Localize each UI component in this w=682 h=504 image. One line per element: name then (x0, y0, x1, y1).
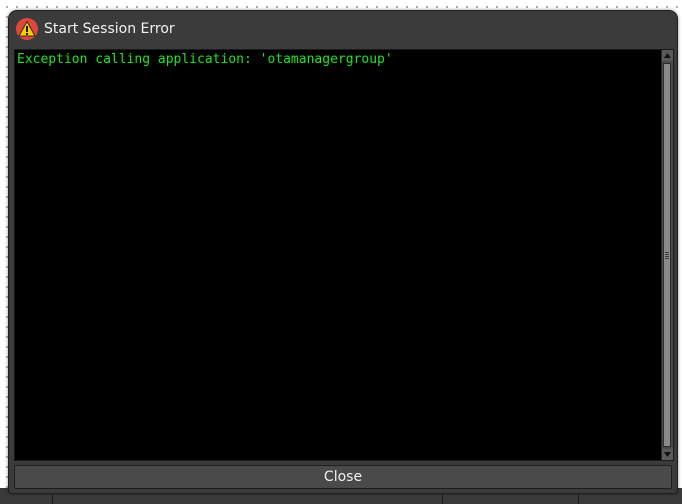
scroll-down-arrow-icon[interactable] (662, 449, 673, 460)
dialog-title: Start Session Error (44, 21, 175, 37)
close-button[interactable]: Close (14, 465, 672, 489)
console-output-text: Exception calling application: 'otamanag… (17, 52, 393, 67)
error-console[interactable]: Exception calling application: 'otamanag… (14, 49, 674, 461)
scroll-up-arrow-icon[interactable] (662, 50, 673, 61)
scrollbar-thumb[interactable] (663, 63, 671, 447)
warning-icon (16, 18, 38, 40)
dialog-titlebar[interactable]: Start Session Error (9, 11, 677, 47)
vertical-scrollbar[interactable] (661, 50, 673, 460)
start-session-error-dialog: Start Session Error Exception calling ap… (8, 10, 678, 494)
